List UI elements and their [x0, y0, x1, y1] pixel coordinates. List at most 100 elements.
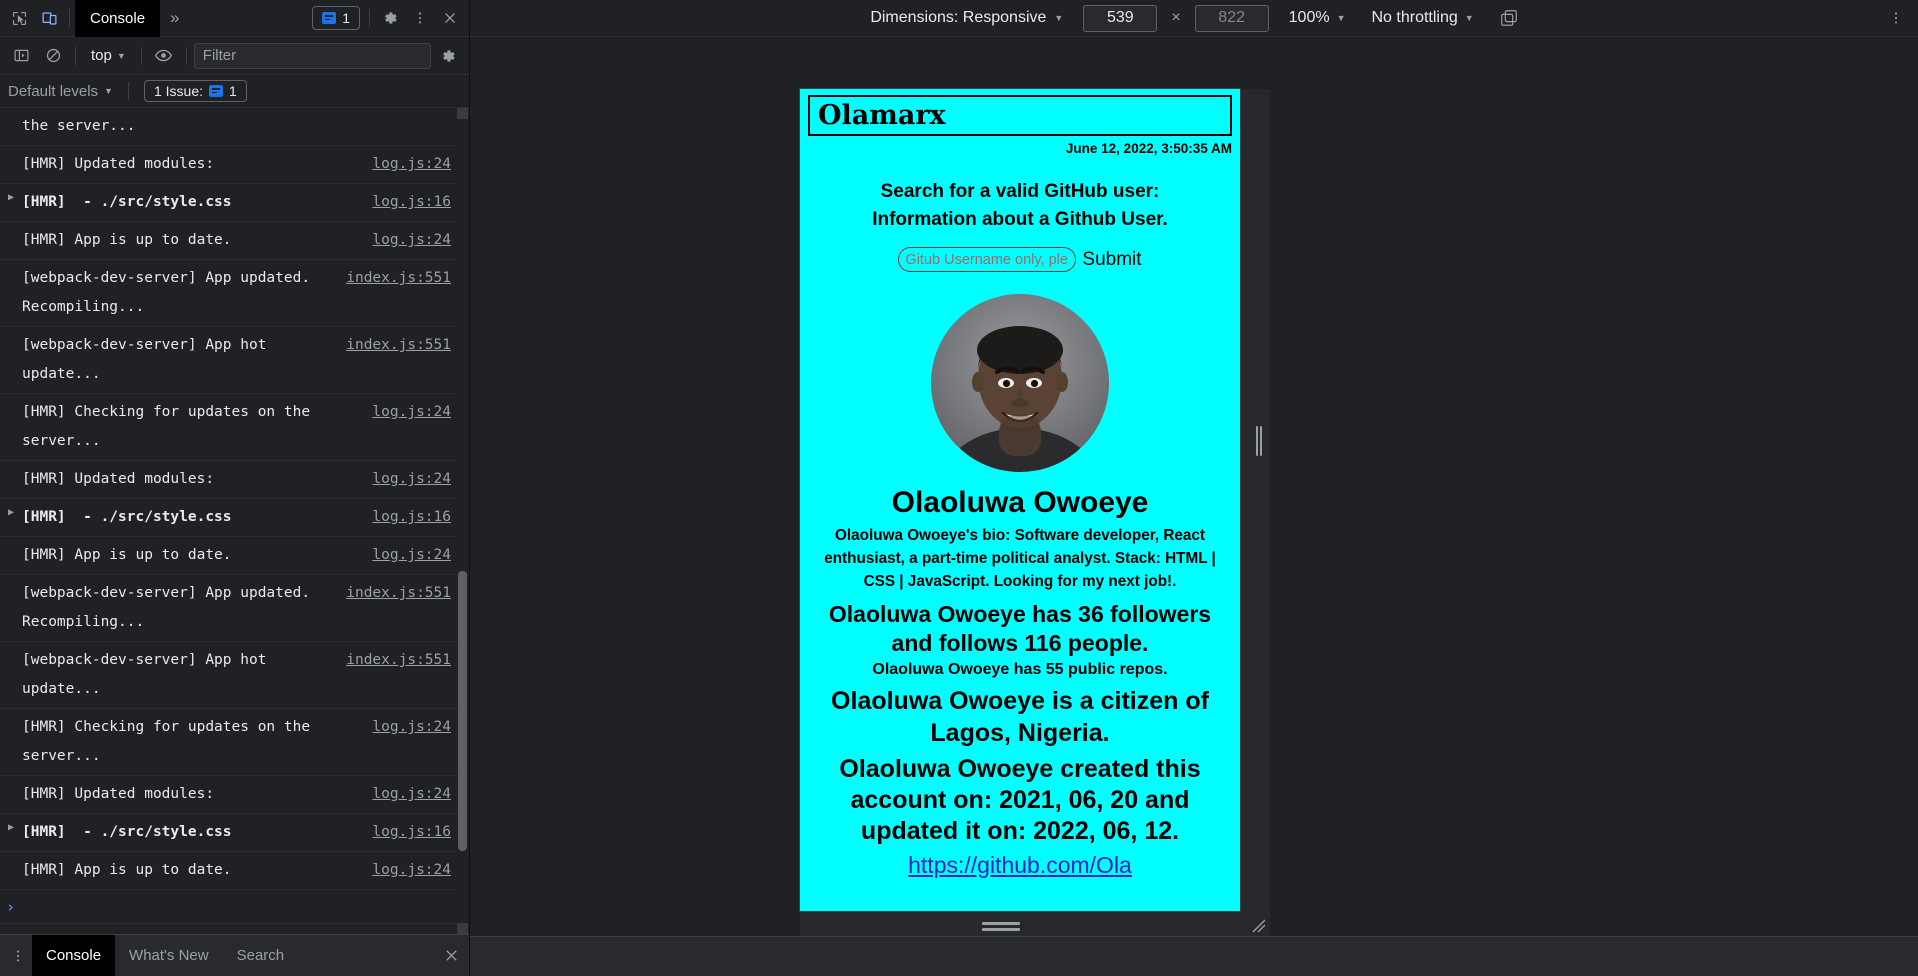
more-vertical-icon[interactable] — [405, 4, 435, 32]
devtools-drawer-tabbar: Console What's New Search — [0, 934, 469, 976]
console-message-row[interactable]: ▶[HMR] Checking for updates on the serve… — [0, 709, 457, 776]
github-username-input[interactable] — [898, 247, 1077, 273]
viewport-resize-handle-bottom[interactable] — [981, 921, 1021, 931]
drawer-tab-whats-new[interactable]: What's New — [115, 935, 223, 976]
chevron-down-icon: ▼ — [1054, 13, 1064, 23]
console-message-text: [webpack-dev-server] App updated. Recomp… — [22, 585, 319, 630]
github-search-form: Submit — [808, 247, 1232, 273]
console-message-source-link[interactable]: log.js:24 — [368, 856, 451, 885]
viewport-height-input[interactable] — [1194, 4, 1269, 32]
gear-icon[interactable] — [375, 4, 405, 32]
user-name: Olaoluwa Owoeye — [891, 486, 1149, 520]
expand-arrow-icon[interactable]: ▶ — [0, 188, 22, 208]
drawer-more-vertical-icon[interactable] — [4, 942, 32, 970]
console-message-source-link[interactable]: log.js:24 — [368, 541, 451, 570]
console-message-source-link[interactable]: log.js:24 — [368, 713, 451, 742]
toolbar-divider-2 — [369, 9, 370, 27]
search-input[interactable] — [193, 42, 431, 69]
console-message-row[interactable]: ▶ [HMR] - ./src/style.css log.js:16 — [0, 184, 457, 222]
live-expression-eye-icon[interactable] — [149, 42, 179, 70]
close-drawer-icon[interactable] — [437, 942, 465, 970]
console-message-text: [webpack-dev-server] App hot update... — [22, 652, 276, 697]
console-message-row[interactable]: ▶[HMR] App is up to date.log.js:24 — [0, 222, 457, 260]
device-toolbar-icon[interactable] — [34, 4, 64, 32]
console-message-source-link[interactable]: index.js:551 — [342, 646, 451, 675]
levelsbar-divider — [127, 82, 129, 100]
devtools-window: Console » 1 top ▼ Filter Default levels … — [0, 0, 1918, 976]
console-message-text: [HMR] - ./src/style.css — [22, 194, 232, 210]
console-message-source-link[interactable]: index.js:551 — [342, 264, 451, 293]
scrollbar-thumb[interactable] — [458, 570, 467, 852]
expand-arrow-icon[interactable]: ▶ — [0, 503, 22, 523]
console-message-row[interactable]: ▶[webpack-dev-server] App hot update...i… — [0, 327, 457, 394]
log-levels-label: Default levels — [8, 82, 99, 100]
tab-console[interactable]: Console — [75, 0, 161, 37]
scroll-down-arrow-icon[interactable] — [457, 923, 468, 934]
console-message-source-link[interactable]: log.js:24 — [368, 398, 451, 427]
console-message-row[interactable]: ▶[HMR] Updated modules:log.js:24 — [0, 146, 457, 184]
console-message-row[interactable]: ▶ [HMR] - ./src/style.css log.js:16 — [0, 814, 457, 852]
inspect-cursor-icon[interactable] — [4, 4, 34, 32]
user-account-dates-line: Olaoluwa Owoeye created this account on:… — [839, 754, 1201, 846]
device-emulation-toolbar: Dimensions: Responsive ▼ × 100% ▼ No thr… — [470, 0, 1918, 37]
console-message-text: [HMR] - ./src/style.css — [22, 824, 232, 840]
console-message-source-link[interactable]: log.js:24 — [368, 780, 451, 809]
console-message-text: [HMR] - ./src/style.css — [22, 509, 232, 525]
user-profile-link[interactable]: https://github.com/Ola — [808, 852, 1232, 880]
console-message-row[interactable]: ▶[HMR] Updated modules:log.js:24 — [0, 461, 457, 499]
console-message-source-link[interactable]: log.js:24 — [368, 150, 451, 179]
close-icon[interactable] — [435, 4, 465, 32]
dimensions-selector[interactable]: Dimensions: Responsive ▼ — [864, 6, 1069, 30]
throttling-selector[interactable]: No throttling ▼ — [1366, 6, 1480, 30]
zoom-selector[interactable]: 100% ▼ — [1283, 6, 1352, 30]
console-sidebar-icon[interactable] — [6, 42, 36, 70]
emulation-more-vertical-icon[interactable] — [1882, 4, 1910, 32]
viewport-resize-handle-corner[interactable] — [1248, 915, 1266, 933]
console-message-source-link[interactable]: log.js:24 — [368, 226, 451, 255]
console-settings-gear-icon[interactable] — [433, 42, 463, 70]
console-message-row[interactable]: ▶[HMR] Checking for updates on the serve… — [0, 394, 457, 461]
console-message-source-link[interactable]: index.js:551 — [342, 579, 451, 608]
console-message-text: [HMR] Updated modules: — [22, 471, 215, 487]
drawer-tab-console[interactable]: Console — [32, 934, 116, 976]
console-message-row[interactable]: ▶[HMR] App is up to date.log.js:24 — [0, 537, 457, 575]
console-message-row[interactable]: ▶[webpack-dev-server] App updated. Recom… — [0, 575, 457, 642]
scroll-up-arrow-icon[interactable] — [457, 108, 468, 119]
console-prompt[interactable]: › — [0, 890, 457, 924]
page-lead-line1: Search for a valid GitHub user: — [880, 181, 1160, 203]
console-message-source-link[interactable]: log.js:16 — [368, 188, 451, 217]
submit-button[interactable]: Submit — [1082, 249, 1141, 271]
console-message-row[interactable]: ▶[webpack-dev-server] App hot update...i… — [0, 642, 457, 709]
console-message-text: [HMR] Checking for updates on the server… — [22, 719, 319, 764]
console-message-source-link[interactable]: log.js:16 — [368, 818, 451, 847]
viewport-resize-handle-right[interactable] — [1254, 422, 1264, 460]
console-message-source-link[interactable]: log.js:24 — [368, 465, 451, 494]
issues-counter-button[interactable]: 1 — [312, 6, 360, 30]
console-message-row[interactable]: ▶[HMR] App is up to date.log.js:24 — [0, 852, 457, 890]
chevron-down-icon: ▼ — [1336, 13, 1346, 23]
devtools-tabbar: Console » 1 — [0, 0, 469, 37]
console-message-source-link[interactable]: log.js:16 — [368, 503, 451, 532]
filterbar-divider — [75, 46, 76, 65]
drawer-tab-search[interactable]: Search — [223, 935, 299, 976]
more-tabs-icon[interactable]: » — [160, 8, 188, 28]
avatar — [931, 294, 1109, 473]
issues-chip-label: 1 Issue: — [153, 83, 203, 99]
viewport-width-input[interactable] — [1083, 4, 1158, 32]
clear-console-icon[interactable] — [38, 42, 68, 70]
console-message-list[interactable]: ▶the server...▶[HMR] Updated modules:log… — [0, 108, 457, 934]
execution-context-selector[interactable]: top ▼ — [83, 44, 134, 67]
console-message-row[interactable]: ▶ [HMR] - ./src/style.css log.js:16 — [0, 499, 457, 537]
console-message-row[interactable]: ▶the server... — [0, 108, 457, 146]
issues-chip[interactable]: 1 Issue: 1 — [143, 80, 247, 102]
expand-arrow-icon[interactable]: ▶ — [0, 818, 22, 838]
console-message-row[interactable]: ▶[webpack-dev-server] App updated. Recom… — [0, 260, 457, 327]
issues-chip-count: 1 — [229, 83, 237, 99]
console-message-source-link[interactable]: index.js:551 — [342, 331, 451, 360]
emulated-page-viewport[interactable]: Olamarx June 12, 2022, 3:50:35 AM Search… — [800, 89, 1240, 911]
log-levels-selector[interactable]: Default levels ▼ — [8, 83, 113, 100]
console-message-text: [HMR] Updated modules: — [22, 786, 215, 802]
console-message-row[interactable]: ▶[HMR] Updated modules:log.js:24 — [0, 776, 457, 814]
rotate-device-icon[interactable] — [1494, 5, 1524, 32]
console-scrollbar[interactable] — [457, 108, 468, 934]
